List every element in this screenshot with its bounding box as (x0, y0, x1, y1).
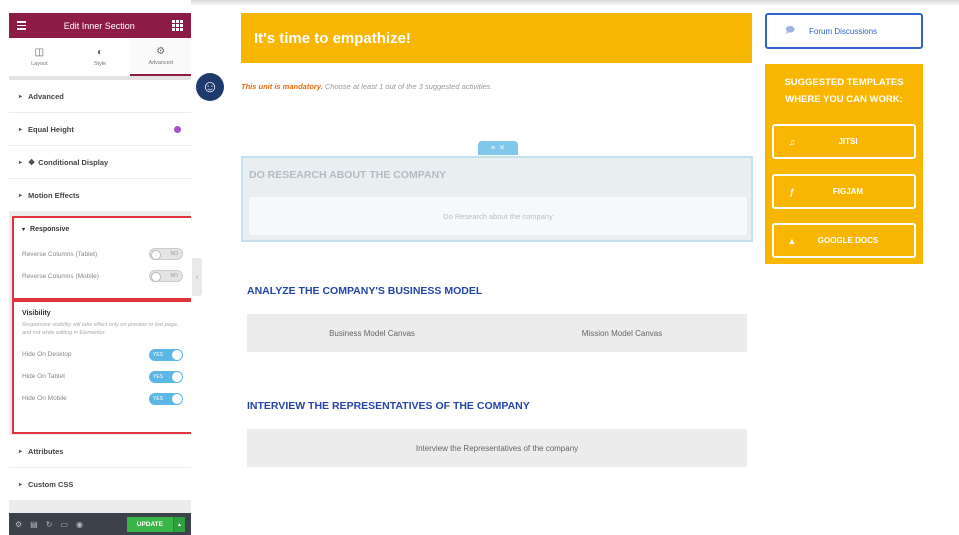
hide-tablet-toggle[interactable]: YES (149, 370, 183, 383)
update-button-group: UPDATE ▴ (126, 516, 185, 532)
widgets-grid-icon[interactable] (172, 20, 183, 31)
forum-discussions-button[interactable]: 🗩 Forum Discussions (765, 13, 923, 49)
section-attributes[interactable]: ▸ Attributes (9, 435, 191, 467)
banner-title: It's time to empathize! (254, 29, 411, 47)
suggested-templates-panel: SUGGESTED TEMPLATES WHERE YOU CAN WORK: … (765, 64, 923, 264)
figjam-button[interactable]: ƒ FIGJAM (772, 174, 916, 209)
hide-mobile-toggle[interactable]: YES (149, 392, 183, 405)
jitsi-icon: ♫ (788, 136, 796, 147)
conditional-display-icon: ❖ (28, 157, 36, 167)
mission-model-canvas-link[interactable]: Mission Model Canvas (497, 329, 747, 338)
empathize-banner: It's time to empathize! (241, 13, 752, 63)
visibility-heading: Visibility (22, 310, 51, 317)
hide-tablet-row: Hide On Tablet YES (14, 366, 191, 388)
accessibility-icon[interactable]: ☺ (196, 73, 224, 101)
panel-collapse-handle[interactable]: ‹ (192, 258, 202, 296)
caret-right-icon: ▸ (19, 159, 23, 166)
settings-icon[interactable]: ⚙ (15, 520, 22, 529)
top-shadow (191, 0, 959, 6)
close-icon[interactable]: ✕ (499, 144, 505, 152)
section-edit-handle[interactable]: ≡ ✕ (478, 141, 518, 155)
hide-desktop-row: Hide On Desktop YES (14, 344, 191, 366)
section-custom-css[interactable]: ▸ Custom CSS (9, 468, 191, 500)
editor-panel: Edit Inner Section ◫ Layout ◐ Style ⚙ Ad… (9, 13, 191, 535)
business-model-canvas-link[interactable]: Business Model Canvas (247, 329, 497, 338)
panel-tabs: ◫ Layout ◐ Style ⚙ Advanced (9, 38, 191, 76)
caret-right-icon: ▸ (19, 481, 23, 488)
research-section[interactable]: DO RESEARCH ABOUT THE COMPANY Do Researc… (241, 156, 753, 242)
update-button[interactable]: UPDATE (126, 516, 173, 532)
section-equal-height[interactable]: ▸ Equal Height (9, 113, 191, 145)
templates-title: SUGGESTED TEMPLATES WHERE YOU CAN WORK: (784, 77, 904, 106)
responsive-mode-icon[interactable]: ▭ (60, 520, 68, 529)
section-motion-effects[interactable]: ▸ Motion Effects (9, 179, 191, 211)
update-options-caret-icon[interactable]: ▴ (173, 516, 185, 532)
responsive-settings-highlight: ▾ Responsive Reverse Columns (Tablet) NO … (12, 216, 191, 300)
research-heading: DO RESEARCH ABOUT THE COMPANY (249, 169, 447, 181)
mandatory-note: This unit is mandatory. Choose at least … (241, 82, 493, 91)
history-icon[interactable]: ↻ (46, 520, 53, 529)
tab-layout[interactable]: ◫ Layout (9, 38, 70, 76)
interview-item[interactable]: Interview the Representatives of the com… (247, 429, 747, 467)
section-responsive[interactable]: ▾ Responsive (14, 218, 191, 233)
tab-style[interactable]: ◐ Style (70, 38, 131, 76)
chat-icon: 🗩 (785, 25, 795, 35)
visibility-settings-highlight: Visibility Responsive visibility will ta… (12, 300, 191, 434)
mandatory-rest: Choose at least 1 out of the 3 suggested… (322, 82, 493, 91)
section-conditional-display[interactable]: ▸ ❖ Conditional Display (9, 146, 191, 178)
style-icon: ◐ (96, 46, 104, 58)
visibility-description: Responsive visibility will take effect o… (22, 322, 179, 337)
menu-icon[interactable] (17, 21, 26, 30)
layers-icon[interactable]: ▤ (30, 520, 38, 529)
google-docs-button[interactable]: ▲ GOOGLE DOCS (772, 223, 916, 258)
hide-mobile-row: Hide On Mobile YES (14, 388, 191, 410)
caret-right-icon: ▸ (19, 93, 23, 100)
preview-icon[interactable]: ◉ (76, 520, 83, 529)
figjam-icon: ƒ (789, 186, 795, 197)
google-drive-icon: ▲ (787, 235, 797, 246)
caret-right-icon: ▸ (19, 448, 23, 455)
reverse-columns-tablet-toggle[interactable]: NO (149, 248, 183, 260)
panel-header: Edit Inner Section (9, 13, 191, 38)
panel-footer: ⚙ ▤ ↻ ▭ ◉ UPDATE ▴ (9, 513, 191, 535)
gear-icon: ⚙ (156, 45, 166, 57)
panel-title: Edit Inner Section (63, 20, 135, 31)
caret-down-icon: ▾ (22, 227, 26, 233)
jitsi-button[interactable]: ♫ JITSI (772, 124, 916, 159)
drag-handle-icon[interactable]: ≡ (491, 145, 495, 152)
caret-right-icon: ▸ (19, 126, 23, 133)
layout-icon: ◫ (34, 46, 45, 58)
section-advanced[interactable]: ▸ Advanced (9, 80, 191, 112)
pro-badge-icon (174, 125, 181, 133)
business-model-box: Business Model Canvas Mission Model Canv… (247, 314, 747, 352)
interview-heading: INTERVIEW THE REPRESENTATIVES OF THE COM… (247, 400, 530, 412)
mandatory-highlight: This unit is mandatory. (241, 82, 323, 91)
reverse-columns-mobile-toggle[interactable]: NO (149, 270, 183, 282)
hide-desktop-toggle[interactable]: YES (149, 348, 183, 361)
tab-advanced[interactable]: ⚙ Advanced (130, 38, 191, 76)
reverse-columns-mobile-row: Reverse Columns (Mobile) NO (14, 265, 191, 287)
analyze-heading: ANALYZE THE COMPANY'S BUSINESS MODEL (247, 285, 483, 297)
reverse-columns-tablet-row: Reverse Columns (Tablet) NO (14, 243, 191, 265)
caret-right-icon: ▸ (19, 192, 23, 199)
research-item[interactable]: Do Research about the company (249, 197, 747, 235)
